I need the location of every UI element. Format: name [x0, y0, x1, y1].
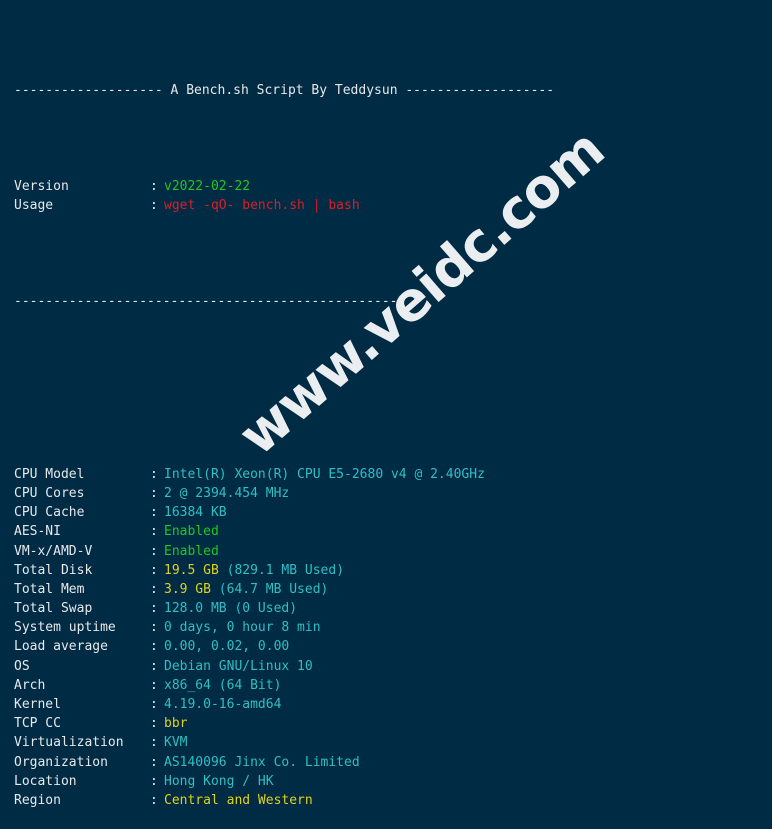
- system-info-label: Virtualization: [14, 735, 124, 751]
- system-info-row: VM-x/AMD-V: Enabled: [14, 542, 772, 561]
- script-info-label: Version: [14, 178, 69, 194]
- system-info-row: Organization: AS140096 Jinx Co. Limited: [14, 753, 772, 772]
- system-info-colon: :: [150, 581, 158, 597]
- system-info-value: Debian GNU/Linux 10: [164, 658, 313, 674]
- system-info-value-primary: 19.5 GB: [164, 562, 219, 578]
- system-info-row: Arch: x86_64 (64 Bit): [14, 676, 772, 695]
- system-info-value: 128.0 MB (0 Used): [164, 601, 298, 617]
- system-info-row: CPU Cores:2 @ 2394.454 MHz: [14, 484, 772, 503]
- system-info-value: 16384 KB: [164, 505, 227, 521]
- system-info-value: 19.5 GB (829.1 MB Used): [164, 561, 772, 580]
- system-info-value: 0 days, 0 hour 8 min: [164, 620, 321, 636]
- system-info-label: Load average: [14, 639, 108, 655]
- script-info-colon: :: [150, 178, 158, 194]
- system-info-colon: :: [150, 639, 158, 655]
- system-info-value: x86_64 (64 Bit): [164, 677, 282, 693]
- script-info-block: Version: v2022-02-22 Usage: wget -qO- bench…: [14, 177, 772, 215]
- system-info-value: bbr: [164, 716, 188, 732]
- system-info-colon: :: [150, 716, 158, 732]
- separator-1: ----------------------------------------…: [14, 294, 398, 309]
- system-info-row: Kernel:4.19.0-16-amd64: [14, 695, 772, 714]
- system-info-colon: :: [150, 505, 158, 521]
- system-info-row: Region: Central and Western: [14, 791, 772, 810]
- system-info-value: 0.00, 0.02, 0.00: [164, 639, 290, 655]
- system-info-label: System uptime: [14, 620, 116, 636]
- system-info-colon: :: [150, 735, 158, 751]
- system-info-value-secondary: (829.1 MB Used): [218, 562, 345, 578]
- system-info-label: OS: [14, 658, 30, 674]
- system-info-colon: :: [150, 697, 158, 713]
- system-info-row: OS: Debian GNU/Linux 10: [14, 657, 772, 676]
- system-info-value: Intel(R) Xeon(R) CPU E5-2680 v4 @ 2.40GH…: [164, 466, 485, 482]
- system-info-row: Total Mem:3.9 GB (64.7 MB Used): [14, 580, 772, 599]
- system-info-colon: :: [150, 792, 158, 808]
- system-info-row: AES-NI: Enabled: [14, 522, 772, 541]
- system-info-label: TCP CC: [14, 716, 61, 732]
- system-info-label: Location: [14, 773, 77, 789]
- system-info-colon: :: [150, 658, 158, 674]
- script-info-value: v2022-02-22: [164, 178, 251, 194]
- system-info-row: System uptime:0 days, 0 hour 8 min: [14, 618, 772, 637]
- system-info-colon: :: [150, 485, 158, 501]
- system-info-colon: :: [150, 620, 158, 636]
- system-info-label: Total Disk: [14, 562, 93, 578]
- system-info-row: Virtualization: KVM: [14, 733, 772, 752]
- system-info-label: CPU Model: [14, 466, 85, 482]
- system-info-label: Organization: [14, 754, 108, 770]
- system-info-colon: :: [150, 677, 158, 693]
- system-info-value: AS140096 Jinx Co. Limited: [164, 754, 360, 770]
- system-info-label: VM-x/AMD-V: [14, 543, 93, 559]
- system-info-value: Hong Kong / HK: [164, 773, 274, 789]
- header-dashes-right: -------------------: [405, 82, 555, 98]
- script-info-value: wget -qO- bench.sh | bash: [164, 198, 360, 213]
- system-info-value: KVM: [164, 735, 188, 751]
- system-info-value: 3.9 GB (64.7 MB Used): [164, 580, 772, 599]
- system-info-label: CPU Cores: [14, 485, 85, 501]
- system-info-value: Enabled: [164, 524, 219, 540]
- system-info-label: AES-NI: [14, 524, 61, 540]
- script-info-row: Usage: wget -qO- bench.sh | bash: [14, 196, 772, 215]
- system-info-value: 2 @ 2394.454 MHz: [164, 485, 290, 501]
- system-info-label: Arch: [14, 677, 46, 693]
- system-info-block: CPU Model: Intel(R) Xeon(R) CPU E5-2680 v…: [14, 465, 772, 810]
- system-info-label: Kernel: [14, 697, 61, 713]
- page-title: A Bench.sh Script By Teddysun: [162, 82, 406, 98]
- system-info-label: Region: [14, 792, 61, 808]
- system-info-colon: :: [150, 601, 158, 617]
- system-info-row: Load average:0.00, 0.02, 0.00: [14, 637, 772, 656]
- header-banner: ------------------- A Bench.sh Script By…: [14, 81, 772, 100]
- system-info-colon: :: [150, 754, 158, 770]
- system-info-value: 4.19.0-16-amd64: [164, 697, 282, 713]
- system-info-label: Total Mem: [14, 581, 85, 597]
- system-info-label: CPU Cache: [14, 505, 85, 521]
- system-info-row: CPU Model: Intel(R) Xeon(R) CPU E5-2680 v…: [14, 465, 772, 484]
- system-info-label: Total Swap: [14, 601, 93, 617]
- system-info-colon: :: [150, 773, 158, 789]
- header-dashes-left: -------------------: [14, 82, 163, 98]
- script-info-label: Usage: [14, 198, 54, 213]
- system-info-value-secondary: (64.7 MB Used): [210, 581, 329, 597]
- system-info-colon: :: [150, 562, 158, 578]
- system-info-value-primary: 3.9 GB: [164, 581, 211, 597]
- system-info-row: Total Swap:128.0 MB (0 Used): [14, 599, 772, 618]
- script-info-row: Version: v2022-02-22: [14, 177, 772, 196]
- system-info-row: Total Disk:19.5 GB (829.1 MB Used): [14, 561, 772, 580]
- system-info-value: Enabled: [164, 543, 219, 559]
- system-info-row: CPU Cache:16384 KB: [14, 503, 772, 522]
- terminal-window: www.veidc.com ------------------- A Benc…: [0, 0, 772, 829]
- system-info-row: Location: Hong Kong / HK: [14, 772, 772, 791]
- script-info-colon: :: [150, 198, 158, 213]
- system-info-colon: :: [150, 543, 158, 559]
- system-info-colon: :: [150, 524, 158, 540]
- terminal-content: ------------------- A Bench.sh Script By…: [0, 0, 772, 829]
- system-info-row: TCP CC: bbr: [14, 714, 772, 733]
- system-info-value: Central and Western: [164, 792, 313, 808]
- system-info-colon: :: [150, 466, 158, 482]
